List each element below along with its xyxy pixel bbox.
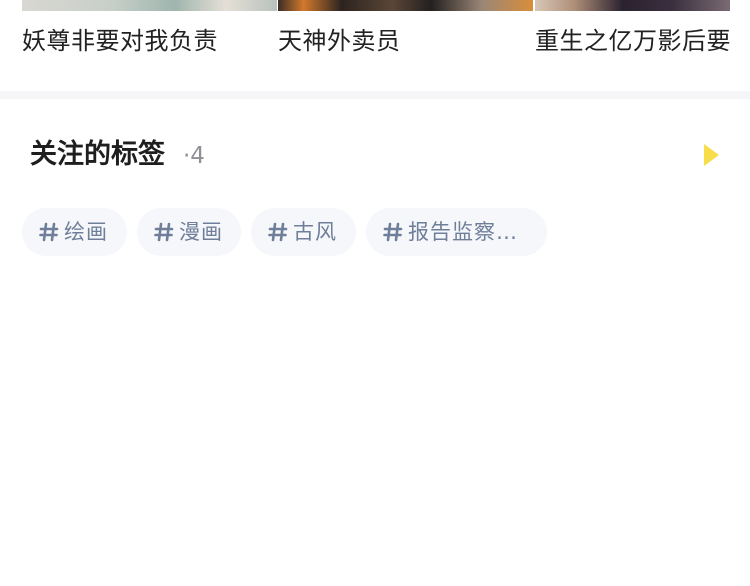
hash-icon [39, 222, 59, 242]
comic-cover-image[interactable] [535, 0, 730, 11]
section-divider [0, 91, 750, 99]
comic-cover-image[interactable] [278, 0, 533, 11]
comic-title[interactable]: 重生之亿万影后要 [535, 25, 750, 57]
tag-count: ·4 [183, 143, 205, 169]
tag-label: 漫画 [179, 220, 223, 244]
comic-strip: 妖尊非要对我负责 天神外卖员 重生之亿万影后要 [0, 0, 750, 92]
tag-chip[interactable]: 报告监察… [366, 208, 547, 256]
hash-icon [268, 222, 288, 242]
tag-label: 绘画 [64, 220, 108, 244]
triangle-right-icon-graphic [704, 144, 719, 166]
comic-card[interactable]: 天神外卖员 [278, 0, 533, 92]
section-title: 关注的标签 [30, 139, 165, 170]
hash-icon [154, 222, 174, 242]
comic-card[interactable]: 妖尊非要对我负责 [22, 0, 277, 92]
tag-label: 古风 [293, 220, 337, 244]
page: 妖尊非要对我负责 天神外卖员 重生之亿万影后要 关注的标签 ·4 绘画 漫画 古… [0, 0, 750, 586]
tag-chip[interactable]: 漫画 [137, 208, 241, 256]
followed-tags-header[interactable]: 关注的标签 ·4 [0, 128, 750, 184]
comic-title[interactable]: 妖尊非要对我负责 [22, 25, 218, 57]
hash-icon [383, 222, 403, 242]
tag-list: 绘画 漫画 古风 报告监察… [22, 208, 742, 256]
triangle-right-icon[interactable] [700, 140, 724, 170]
comic-title[interactable]: 天神外卖员 [278, 25, 401, 57]
tag-chip[interactable]: 古风 [251, 208, 356, 256]
tag-chip[interactable]: 绘画 [22, 208, 127, 256]
comic-cover-image[interactable] [22, 0, 277, 11]
tag-label: 报告监察… [408, 220, 518, 244]
comic-card[interactable]: 重生之亿万影后要 [535, 0, 750, 92]
